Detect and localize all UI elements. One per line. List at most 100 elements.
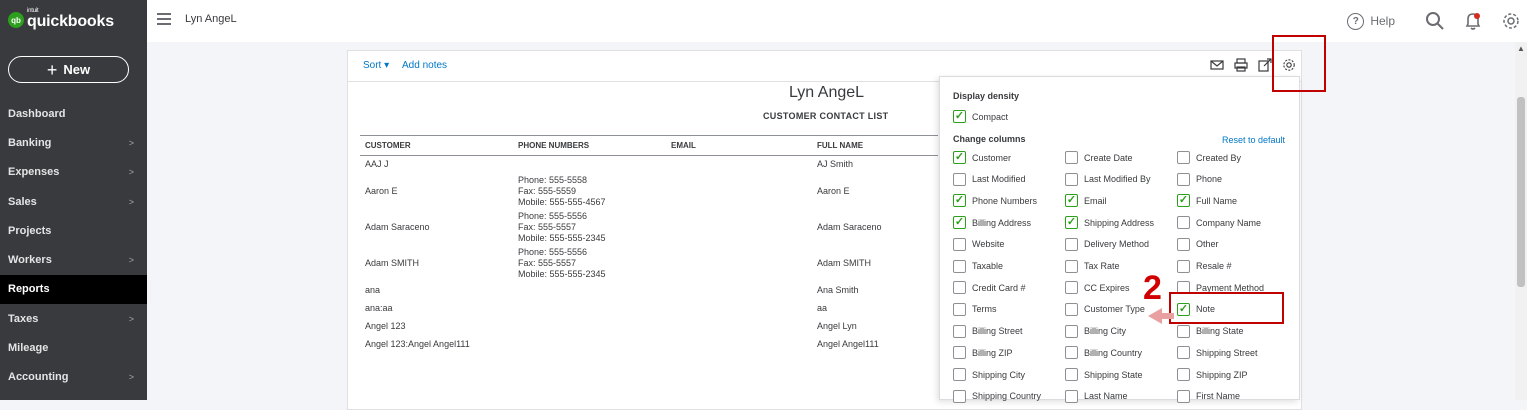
sidebar-item-sales[interactable]: Sales > xyxy=(0,187,147,216)
checkbox[interactable] xyxy=(1177,172,1190,186)
sidebar-item-banking[interactable]: Banking > xyxy=(0,128,147,157)
checkbox[interactable] xyxy=(1065,259,1078,273)
print-icon[interactable] xyxy=(1234,58,1248,72)
column-option-shipping-zip[interactable]: Shipping ZIP xyxy=(1177,368,1248,381)
compact-checkbox[interactable]: ✓ xyxy=(953,110,966,123)
column-option-billing-country[interactable]: Billing Country xyxy=(1065,346,1142,360)
scroll-up-icon[interactable]: ▲ xyxy=(1517,44,1525,53)
checkbox[interactable] xyxy=(1177,237,1190,251)
checkbox[interactable] xyxy=(953,281,966,295)
sidebar-item-taxes[interactable]: Taxes > xyxy=(0,304,147,333)
table-row[interactable]: Angel 123:Angel Angel111 Angel Angel111 xyxy=(360,336,938,354)
column-option-phone[interactable]: Phone xyxy=(1177,172,1222,186)
sidebar-item-projects[interactable]: Projects xyxy=(0,216,147,245)
reset-to-default-link[interactable]: Reset to default xyxy=(1222,135,1285,145)
quickbooks-logo[interactable]: qb intuit quickbooks xyxy=(8,8,114,32)
table-row[interactable]: Adam SMITH Phone: 555-5556 Fax: 555-5557 Mo… xyxy=(360,246,938,282)
sidebar-item-mileage[interactable]: Mileage xyxy=(0,333,147,362)
checkbox[interactable] xyxy=(953,389,966,403)
table-row[interactable]: Angel 123 Angel Lyn xyxy=(360,318,938,336)
checkbox[interactable] xyxy=(1177,389,1190,403)
column-header-email[interactable]: EMAIL xyxy=(666,135,812,156)
column-option-website[interactable]: Website xyxy=(953,237,1004,251)
column-option-billing-city[interactable]: Billing City xyxy=(1065,324,1126,338)
column-option-shipping-city[interactable]: Shipping City xyxy=(953,368,1025,381)
checkbox[interactable] xyxy=(1065,151,1078,164)
column-option-first-name[interactable]: First Name xyxy=(1177,389,1240,403)
column-header-full-name[interactable]: FULL NAME xyxy=(812,135,938,156)
column-option-email[interactable]: ✓ Email xyxy=(1065,194,1107,208)
checkbox[interactable] xyxy=(1065,389,1078,403)
column-option-delivery-method[interactable]: Delivery Method xyxy=(1065,237,1149,251)
search-icon[interactable] xyxy=(1425,11,1445,31)
column-option-created-by[interactable]: Created By xyxy=(1177,151,1241,164)
checkbox[interactable] xyxy=(953,368,966,381)
column-option-phone-numbers[interactable]: ✓ Phone Numbers xyxy=(953,194,1037,208)
checkbox[interactable] xyxy=(1177,216,1190,230)
checkbox[interactable] xyxy=(1065,281,1078,295)
checkbox[interactable] xyxy=(953,237,966,251)
checkbox[interactable] xyxy=(953,172,966,186)
checkbox[interactable] xyxy=(953,346,966,360)
column-option-cc-expires[interactable]: CC Expires xyxy=(1065,281,1130,295)
column-option-customer[interactable]: ✓ Customer xyxy=(953,151,1011,164)
export-icon[interactable] xyxy=(1258,58,1272,72)
column-option-last-modified[interactable]: Last Modified xyxy=(953,172,1026,186)
checkbox[interactable] xyxy=(953,324,966,338)
table-row[interactable]: ana Ana Smith xyxy=(360,282,938,300)
checkbox[interactable]: ✓ xyxy=(1065,194,1078,208)
checkbox[interactable] xyxy=(1065,368,1078,381)
column-option-tax-rate[interactable]: Tax Rate xyxy=(1065,259,1120,273)
checkbox[interactable] xyxy=(1065,346,1078,360)
column-option-company-name[interactable]: Company Name xyxy=(1177,216,1261,230)
table-row[interactable]: Adam Saraceno Phone: 555-5556 Fax: 555-555… xyxy=(360,210,938,246)
sidebar-item-expenses[interactable]: Expenses > xyxy=(0,158,147,187)
column-option-shipping-country[interactable]: Shipping Country xyxy=(953,389,1041,403)
sidebar-item-workers[interactable]: Workers > xyxy=(0,245,147,274)
column-option-billing-street[interactable]: Billing Street xyxy=(953,324,1023,338)
column-option-last-modified-by[interactable]: Last Modified By xyxy=(1065,172,1151,186)
column-option-taxable[interactable]: Taxable xyxy=(953,259,1003,273)
checkbox[interactable] xyxy=(953,302,966,316)
column-option-billing-address[interactable]: ✓ Billing Address xyxy=(953,216,1031,230)
checkbox[interactable] xyxy=(1177,324,1190,338)
checkbox[interactable] xyxy=(1065,172,1078,186)
checkbox[interactable] xyxy=(1177,151,1190,164)
new-button[interactable]: + New xyxy=(8,56,129,83)
column-option-other[interactable]: Other xyxy=(1177,237,1219,251)
sort-button[interactable]: Sort ▾ xyxy=(363,60,389,71)
column-header-phone-numbers[interactable]: PHONE NUMBERS xyxy=(513,135,666,156)
notifications-bell-icon[interactable] xyxy=(1463,11,1483,31)
help-button[interactable]: ? Help xyxy=(1347,12,1395,30)
checkbox[interactable]: ✓ xyxy=(1177,194,1190,208)
column-option-full-name[interactable]: ✓ Full Name xyxy=(1177,194,1237,208)
checkbox[interactable]: ✓ xyxy=(1065,216,1078,230)
checkbox[interactable]: ✓ xyxy=(953,194,966,208)
table-row[interactable]: Aaron E Phone: 555-5558 Fax: 555-5559 Mobil… xyxy=(360,174,938,210)
checkbox[interactable] xyxy=(1177,259,1190,273)
page-scrollbar[interactable]: ▲ xyxy=(1515,42,1527,400)
sidebar-item-reports[interactable]: Reports xyxy=(0,274,147,305)
column-option-billing-state[interactable]: Billing State xyxy=(1177,324,1244,338)
sidebar-item-accounting[interactable]: Accounting > xyxy=(0,363,147,392)
email-icon[interactable] xyxy=(1210,58,1224,72)
checkbox[interactable] xyxy=(1065,237,1078,251)
checkbox[interactable] xyxy=(1177,368,1190,381)
checkbox[interactable]: ✓ xyxy=(953,151,966,164)
hamburger-menu-icon[interactable] xyxy=(157,13,171,25)
column-option-billing-zip[interactable]: Billing ZIP xyxy=(953,346,1013,360)
column-option-credit-card[interactable]: Credit Card # xyxy=(953,281,1026,295)
column-option-shipping-address[interactable]: ✓ Shipping Address xyxy=(1065,216,1154,230)
column-option-resale[interactable]: Resale # xyxy=(1177,259,1232,273)
column-option-shipping-state[interactable]: Shipping State xyxy=(1065,368,1143,381)
table-row[interactable]: AAJ J AJ Smith xyxy=(360,156,938,174)
gear-icon[interactable] xyxy=(1501,11,1521,31)
column-option-terms[interactable]: Terms xyxy=(953,302,997,316)
checkbox[interactable] xyxy=(1177,346,1190,360)
column-header-customer[interactable]: CUSTOMER xyxy=(360,135,513,156)
checkbox[interactable] xyxy=(1065,324,1078,338)
add-notes-link[interactable]: Add notes xyxy=(402,60,447,71)
table-row[interactable]: ana:aa aa xyxy=(360,300,938,318)
column-option-create-date[interactable]: Create Date xyxy=(1065,151,1133,164)
sidebar-item-dashboard[interactable]: Dashboard xyxy=(0,99,147,128)
